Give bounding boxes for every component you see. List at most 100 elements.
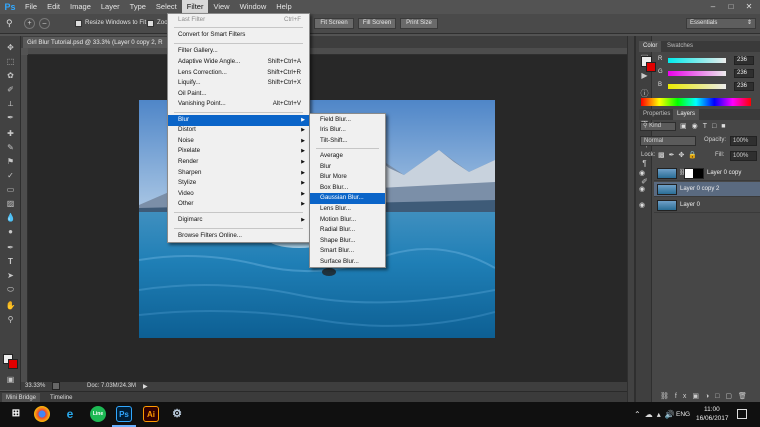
dodge-tool-icon[interactable]: ● — [4, 226, 17, 237]
resize-windows-checkbox[interactable] — [75, 20, 82, 27]
photoshop-taskbar-icon[interactable]: Ps — [116, 406, 132, 422]
menu-item-filter-gallery[interactable]: Filter Gallery... — [168, 46, 309, 57]
menu-edit[interactable]: Edit — [42, 0, 65, 14]
layer-row[interactable]: Layer 0 — [654, 198, 760, 213]
path-selection-tool-icon[interactable]: ➤ — [4, 270, 17, 281]
minimize-icon[interactable]: – — [704, 0, 722, 14]
type-tool-icon[interactable]: T — [4, 256, 17, 267]
layer-name[interactable]: Layer 0 — [680, 202, 700, 208]
layers-footer-icons[interactable]: ⛓fx▣◑□▢🗑 — [654, 392, 760, 402]
zoom-out-icon[interactable]: – — [39, 18, 50, 29]
red-value[interactable]: 236 — [734, 56, 754, 65]
menu-view[interactable]: View — [208, 0, 234, 14]
steam-icon[interactable]: ⚙ — [169, 406, 185, 422]
menu-item-smart-blur[interactable]: Smart Blur... — [310, 246, 385, 257]
layer-name[interactable]: Layer 0 copy 2 — [680, 186, 719, 192]
menu-item-surface-blur[interactable]: Surface Blur... — [310, 257, 385, 268]
clock-date[interactable]: 16/06/2017 — [696, 415, 729, 422]
menu-file[interactable]: File — [20, 0, 42, 14]
illustrator-taskbar-icon[interactable]: Ai — [143, 406, 159, 422]
menu-filter[interactable]: Filter — [181, 0, 209, 14]
move-tool-icon[interactable]: ✥ — [4, 42, 17, 53]
menu-item-render[interactable]: Render ▶ — [168, 157, 309, 168]
menu-item-pixelate[interactable]: Pixelate ▶ — [168, 146, 309, 157]
eye-icon[interactable]: ◉ — [636, 166, 648, 181]
notifications-icon[interactable] — [737, 409, 747, 419]
menu-item-adaptive-wide-angle[interactable]: Adaptive Wide Angle... Shift+Ctrl+A — [168, 57, 309, 68]
tab-color[interactable]: Color — [639, 41, 662, 52]
clone-stamp-tool-icon[interactable]: ⚑ — [4, 156, 17, 167]
eraser-tool-icon[interactable]: ▭ — [4, 184, 17, 195]
shape-tool-icon[interactable]: ⬭ — [4, 284, 17, 295]
zoom-level[interactable]: 33.33% — [25, 383, 45, 389]
menu-item-noise[interactable]: Noise ▶ — [168, 136, 309, 147]
layer-mask-thumbnail[interactable] — [684, 168, 704, 179]
menu-item-video[interactable]: Video ▶ — [168, 189, 309, 200]
pen-tool-icon[interactable]: ✒ — [4, 242, 17, 253]
gradient-tool-icon[interactable]: ▨ — [4, 198, 17, 209]
eye-icon[interactable]: ◉ — [636, 198, 648, 213]
green-value[interactable]: 236 — [734, 69, 754, 78]
healing-brush-tool-icon[interactable]: ✚ — [4, 128, 17, 139]
menu-layer[interactable]: Layer — [96, 0, 125, 14]
blur-tool-icon[interactable]: 💧 — [4, 212, 17, 223]
close-icon[interactable]: ✕ — [740, 0, 758, 14]
background-color-swatch[interactable] — [8, 359, 18, 369]
tab-properties[interactable]: Properties — [639, 109, 674, 120]
zoom-in-icon[interactable]: + — [24, 18, 35, 29]
layer-row[interactable]: ⛓ Layer 0 copy — [654, 166, 760, 181]
zoom-all-checkbox[interactable] — [147, 20, 154, 27]
menu-item-blur-simple[interactable]: Blur — [310, 162, 385, 173]
quick-mask-icon[interactable]: ▣ — [4, 374, 17, 385]
menu-item-iris-blur[interactable]: Iris Blur... — [310, 125, 385, 136]
menu-help[interactable]: Help — [271, 0, 296, 14]
status-arrow-icon[interactable]: ▶ — [143, 383, 148, 390]
print-size-button[interactable]: Print Size — [400, 18, 438, 29]
fill-input[interactable]: 100% — [730, 151, 757, 161]
menu-item-last-filter[interactable]: Last Filter Ctrl+F — [168, 15, 309, 26]
menu-select[interactable]: Select — [151, 0, 182, 14]
eyedropper-tool-icon[interactable]: ✒ — [4, 112, 17, 123]
status-menu-icon[interactable] — [52, 382, 60, 390]
workspace-select[interactable]: Essentials ⇕ — [686, 18, 756, 29]
blue-track[interactable] — [668, 84, 726, 89]
history-brush-tool-icon[interactable]: ✓ — [4, 170, 17, 181]
menu-item-oil-paint[interactable]: Oil Paint... — [168, 89, 309, 100]
layer-name[interactable]: Layer 0 copy — [707, 170, 741, 176]
fit-screen-button[interactable]: Fit Screen — [314, 18, 354, 29]
opacity-input[interactable]: 100% — [730, 136, 757, 146]
menu-item-shape-blur[interactable]: Shape Blur... — [310, 236, 385, 247]
eye-icon[interactable]: ◉ — [636, 182, 648, 197]
lasso-tool-icon[interactable]: ✿ — [4, 70, 17, 81]
color-spectrum[interactable] — [641, 98, 751, 106]
menu-item-blur[interactable]: Blur ▶ — [168, 115, 309, 126]
menu-item-digimarc[interactable]: Digimarc ▶ — [168, 215, 309, 226]
lock-icons[interactable]: ▩✒✥🔒 — [658, 151, 701, 159]
menu-item-lens-correction[interactable]: Lens Correction... Shift+Ctrl+R — [168, 68, 309, 79]
menu-type[interactable]: Type — [125, 0, 151, 14]
layer-filter-icons[interactable]: ▣◉T□■ — [680, 122, 730, 130]
zoom-tool-icon[interactable]: ⚲ — [6, 18, 20, 29]
menu-item-browse-filters-online[interactable]: Browse Filters Online... — [168, 231, 309, 242]
menu-item-average[interactable]: Average — [310, 151, 385, 162]
menu-item-box-blur[interactable]: Box Blur... — [310, 183, 385, 194]
red-slider[interactable]: R 236 — [658, 56, 758, 66]
color-bg-swatch[interactable] — [646, 62, 656, 72]
menu-item-stylize[interactable]: Stylize ▶ — [168, 178, 309, 189]
maximize-icon[interactable]: □ — [722, 0, 740, 14]
menu-item-motion-blur[interactable]: Motion Blur... — [310, 215, 385, 226]
edge-icon[interactable]: e — [62, 406, 78, 422]
system-tray-icons[interactable]: ⌃☁▴🔊 — [634, 410, 679, 419]
hand-tool-icon[interactable]: ✋ — [4, 300, 17, 311]
windows-start-icon[interactable]: ⊞ — [8, 406, 24, 422]
layer-filter-select[interactable]: ⚲ Kind — [640, 122, 676, 131]
chrome-icon[interactable] — [34, 406, 50, 422]
green-track[interactable] — [668, 71, 726, 76]
blue-value[interactable]: 236 — [734, 82, 754, 91]
menu-item-blur-more[interactable]: Blur More — [310, 172, 385, 183]
menu-item-distort[interactable]: Distort ▶ — [168, 125, 309, 136]
tab-swatches[interactable]: Swatches — [663, 41, 697, 52]
zoom-tool-panel-icon[interactable]: ⚲ — [4, 314, 17, 325]
language-indicator[interactable]: ENG — [676, 411, 690, 418]
menu-item-liquify[interactable]: Liquify... Shift+Ctrl+X — [168, 78, 309, 89]
